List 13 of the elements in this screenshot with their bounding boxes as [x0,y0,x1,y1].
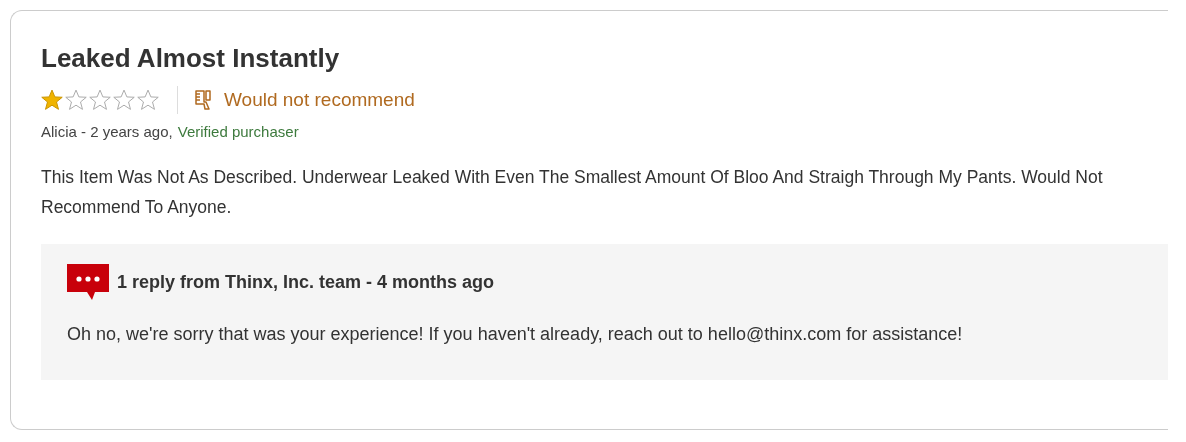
filled-star-icon [41,89,63,111]
empty-star-icon [113,89,135,111]
review-text: This Item Was Not As Described. Underwear Leaked With Even The Smallest Amount Of Bloo And Straigh Through My Pants. Would Not Recommend To Anyone. [41,166,1104,219]
reply-text: Oh no, we're sorry that was your experience! If you haven't already, reach out to hello@thinx.com for assistance! [67,324,964,345]
empty-star-icon [137,89,159,111]
recommendation-text: Would not recommend [224,89,415,111]
chat-bubble-icon [67,264,109,300]
author-text: Alicia - 2 years ago, [41,123,173,140]
empty-star-icon [65,89,87,111]
review-title: Leaked Almost Instantly [41,43,341,74]
empty-star-icon [89,89,111,111]
verified-badge-text: Verified purchaser [177,123,299,140]
reply-heading: 1 reply from Thinx, Inc. team - 4 months ago [117,271,495,293]
